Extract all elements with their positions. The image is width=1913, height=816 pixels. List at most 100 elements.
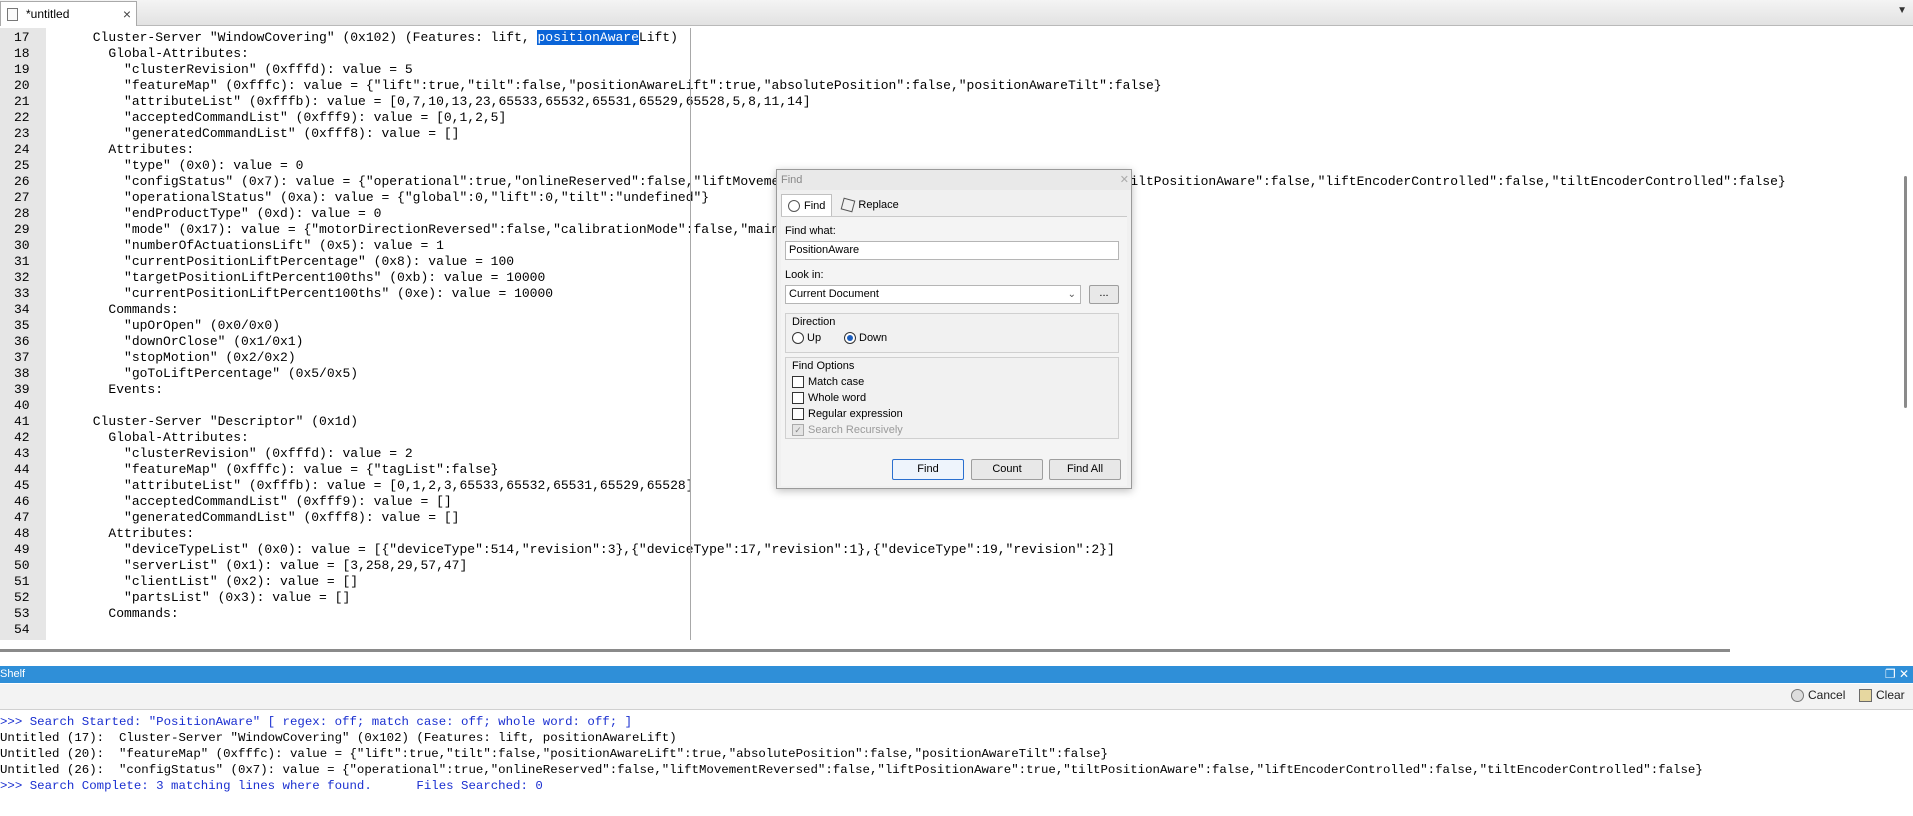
match-case-label: Match case [808,376,865,388]
editor-line[interactable]: 51 "clientList" (0x2): value = [] [0,574,1890,590]
line-text: "attributeList" (0xfffb): value = [0,1,2… [46,478,694,494]
line-text: "targetPositionLiftPercent100ths" (0xb):… [46,270,545,286]
find-dialog-titlebar[interactable]: Find ✕ [777,170,1131,190]
editor-line[interactable]: 49 "deviceTypeList" (0x0): value = [{"de… [0,542,1890,558]
vertical-scroll-thumb[interactable] [1904,176,1907,408]
shelf-output[interactable]: >>> Search Started: "PositionAware" [ re… [0,712,1913,816]
line-number: 42 [14,430,30,445]
line-text: "currentPositionLiftPercent100ths" (0xe)… [46,286,553,302]
magnifier-icon [788,199,800,212]
replace-icon [841,197,856,213]
direction-group: Direction Up Down [785,313,1119,353]
tab-menu-chevron-icon[interactable]: ▼ [1897,5,1907,16]
vertical-scrollbar[interactable] [1893,28,1913,640]
direction-down-radio[interactable]: Down [844,332,887,344]
look-in-select[interactable]: Current Document ⌄ [785,285,1081,304]
regex-checkbox[interactable]: Regular expression [792,408,903,420]
editor-line[interactable]: 20 "featureMap" (0xfffc): value = {"lift… [0,78,1890,94]
editor-line[interactable]: 54 [0,622,1890,638]
line-text: "upOrOpen" (0x0/0x0) [46,318,280,334]
search-selection: positionAware [537,30,639,45]
editor-line[interactable]: 18 Global-Attributes: [0,46,1890,62]
dir-up-label: Up [807,332,822,344]
editor-line[interactable]: 46 "acceptedCommandList" (0xfff9): value… [0,494,1890,510]
editor-line[interactable]: 53 Commands: [0,606,1890,622]
line-number: 23 [14,126,30,141]
line-text: "operationalStatus" (0xa): value = {"glo… [46,190,709,206]
horizontal-scroll-thumb[interactable] [0,649,1730,652]
editor-line[interactable]: 52 "partsList" (0x3): value = [] [0,590,1890,606]
line-text-segment: "partsList" (0x3): value = [] [46,590,351,605]
whole-word-checkbox[interactable]: Whole word [792,392,866,404]
editor-line[interactable]: 50 "serverList" (0x1): value = [3,258,29… [0,558,1890,574]
line-text-segment: Lift) [638,30,678,45]
line-text-segment: "acceptedCommandList" (0xfff9): value = … [46,494,452,509]
document-tab[interactable]: *untitled × [0,1,137,26]
editor-line[interactable]: 22 "acceptedCommandList" (0xfff9): value… [0,110,1890,126]
whole-word-label: Whole word [808,392,867,404]
find-dialog-tabs: Find Replace [781,194,905,216]
clear-button[interactable]: Clear [1859,688,1905,702]
line-text: Cluster-Server "Descriptor" (0x1d) [46,414,358,430]
line-number: 35 [14,318,30,333]
line-text-segment: Attributes: [46,142,195,157]
line-text-segment: Events: [46,382,164,397]
line-text: "endProductType" (0xd): value = 0 [46,206,381,222]
direction-up-radio[interactable]: Up [792,332,821,344]
editor-line[interactable]: 17 Cluster-Server "WindowCovering" (0x10… [0,30,1890,46]
line-number: 47 [14,510,30,525]
line-number: 34 [14,302,30,317]
browse-button[interactable]: ... [1089,285,1119,304]
tab-find-label: Find [804,199,826,212]
match-case-checkbox[interactable]: Match case [792,376,864,388]
line-number: 33 [14,286,30,301]
line-text-segment: "clusterRevision" (0xfffd): value = 5 [46,62,413,77]
tab-bar: *untitled × ▼ [0,0,1913,26]
cancel-button[interactable]: Cancel [1791,688,1845,702]
editor-line[interactable]: 47 "generatedCommandList" (0xfff8): valu… [0,510,1890,526]
output-line: Untitled (26): "configStatus" (0x7): val… [0,763,1703,777]
line-text: "numberOfActuationsLift" (0x5): value = … [46,238,444,254]
find-all-button[interactable]: Find All [1049,459,1121,480]
editor-line[interactable]: 48 Attributes: [0,526,1890,542]
line-number: 20 [14,78,30,93]
count-button[interactable]: Count [971,459,1043,480]
line-text-segment: "operationalStatus" (0xa): value = {"glo… [46,190,710,205]
line-text-segment: Global-Attributes: [46,46,249,61]
line-number: 39 [14,382,30,397]
editor-line[interactable]: 24 Attributes: [0,142,1890,158]
line-text-segment: "goToLiftPercentage" (0x5/0x5) [46,366,359,381]
editor-line[interactable]: 21 "attributeList" (0xfffb): value = [0,… [0,94,1890,110]
line-text-segment: "stopMotion" (0x2/0x2) [46,350,296,365]
line-text: Global-Attributes: [46,46,249,62]
find-what-label: Find what: [785,225,836,237]
tab-replace[interactable]: Replace [836,194,904,216]
editor-line[interactable]: 23 "generatedCommandList" (0xfff8): valu… [0,126,1890,142]
line-number: 25 [14,158,30,173]
line-number: 26 [14,174,30,189]
shelf-window-buttons[interactable]: ❐ ✕ [1885,666,1909,683]
line-number: 30 [14,238,30,253]
clear-icon [1859,688,1872,702]
line-text: Attributes: [46,526,194,542]
find-button[interactable]: Find [892,459,964,480]
line-text-segment: "clusterRevision" (0xfffd): value = 2 [46,446,413,461]
line-number: 17 [14,30,30,45]
restore-icon[interactable]: ❐ [1885,667,1896,681]
line-text: Cluster-Server "WindowCovering" (0x102) … [46,30,678,46]
line-number: 18 [14,46,30,61]
line-text: "attributeList" (0xfffb): value = [0,7,1… [46,94,811,110]
find-dialog: Find ✕ Find Replace Find what: PositionA… [776,169,1132,489]
close-icon[interactable]: ✕ [1899,667,1909,681]
line-number: 49 [14,542,30,557]
find-what-input[interactable]: PositionAware [785,241,1119,260]
line-text-segment: "upOrOpen" (0x0/0x0) [46,318,281,333]
output-line: Untitled (17): Cluster-Server "WindowCov… [0,731,677,745]
tab-find[interactable]: Find [781,194,833,216]
line-text: "acceptedCommandList" (0xfff9): value = … [46,110,506,126]
close-tab-icon[interactable]: × [118,6,136,22]
line-number: 38 [14,366,30,381]
close-icon[interactable]: ✕ [1120,170,1129,190]
line-text-segment: "clientList" (0x2): value = [] [46,574,359,589]
editor-line[interactable]: 19 "clusterRevision" (0xfffd): value = 5 [0,62,1890,78]
